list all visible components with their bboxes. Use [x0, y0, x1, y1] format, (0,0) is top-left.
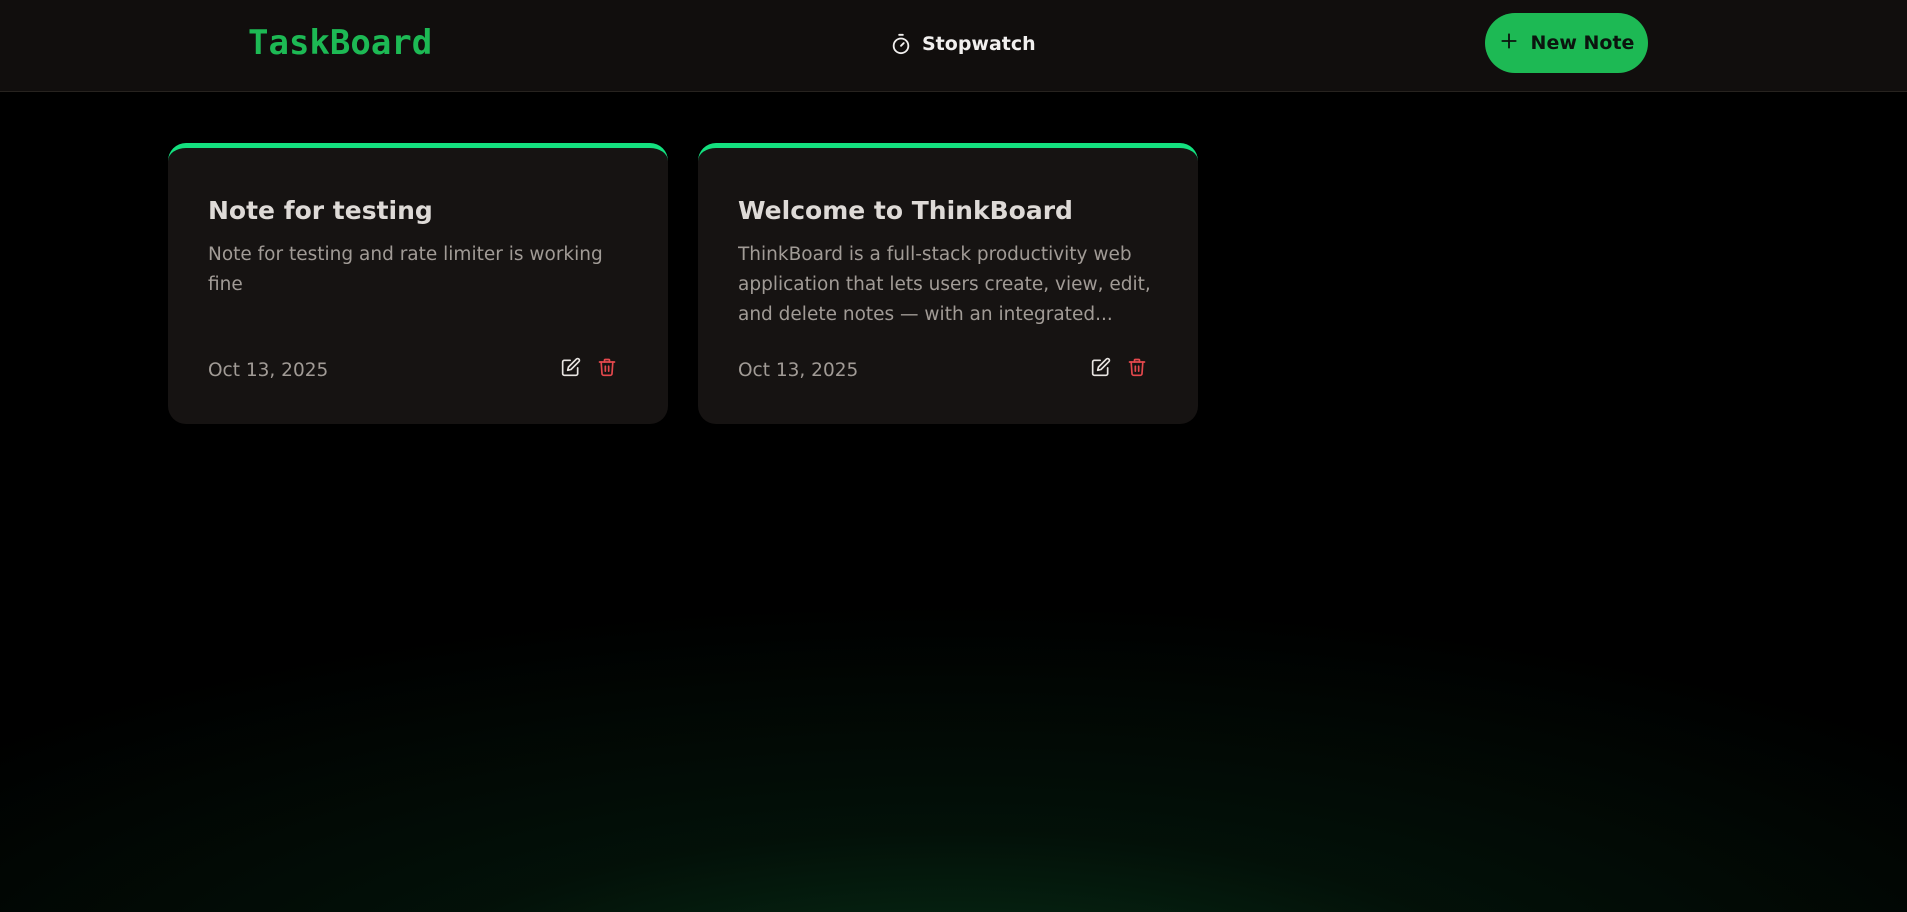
stopwatch-link[interactable]: Stopwatch — [890, 28, 1036, 60]
note-actions — [1090, 356, 1148, 378]
note-date: Oct 13, 2025 — [208, 360, 329, 381]
note-date: Oct 13, 2025 — [738, 360, 859, 381]
note-body: Note for testing and rate limiter is wor… — [208, 244, 603, 295]
page: TaskBoard Stopwatch New Note Note for te… — [0, 0, 1907, 912]
new-note-button[interactable]: New Note — [1485, 13, 1648, 73]
plus-icon — [1499, 31, 1519, 56]
stopwatch-icon — [890, 33, 912, 55]
note-actions — [560, 356, 618, 378]
edit-icon[interactable] — [1090, 356, 1112, 378]
new-note-label: New Note — [1530, 32, 1635, 54]
trash-icon[interactable] — [1126, 356, 1148, 378]
note-card[interactable]: Welcome to ThinkBoard ThinkBoard is a fu… — [698, 143, 1198, 424]
top-navbar: TaskBoard Stopwatch New Note — [0, 0, 1907, 92]
stopwatch-label: Stopwatch — [922, 33, 1036, 55]
edit-icon[interactable] — [560, 356, 582, 378]
note-title: Note for testing — [208, 196, 433, 225]
trash-icon[interactable] — [596, 356, 618, 378]
note-title: Welcome to ThinkBoard — [738, 196, 1073, 225]
app-logo[interactable]: TaskBoard — [248, 22, 432, 64]
note-body: ThinkBoard is a full-stack productivity … — [738, 244, 1151, 325]
note-card[interactable]: Note for testing Note for testing and ra… — [168, 143, 668, 424]
